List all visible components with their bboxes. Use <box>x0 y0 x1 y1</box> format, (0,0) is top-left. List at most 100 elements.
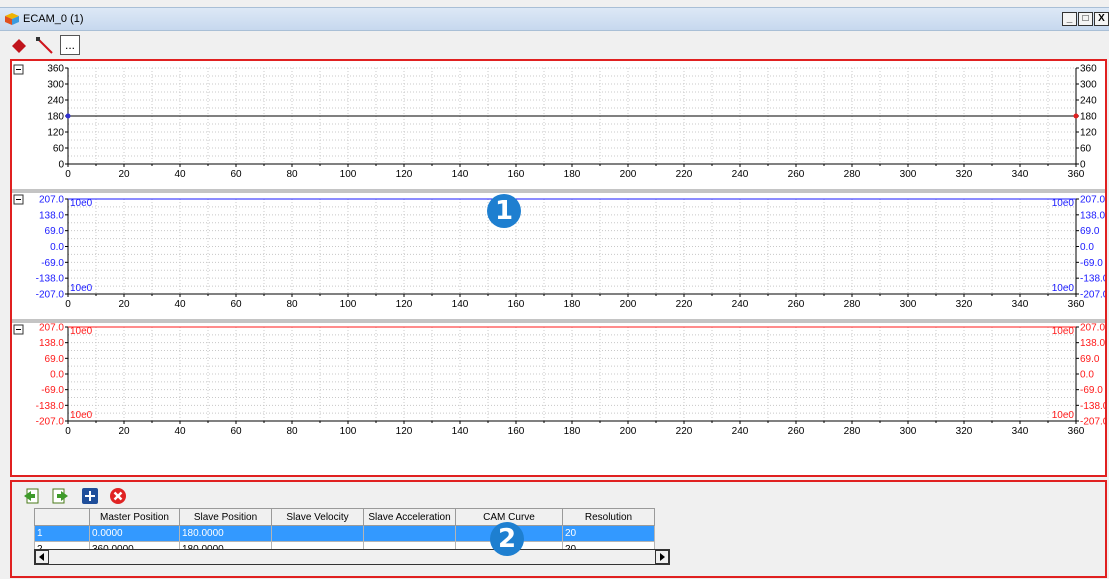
x-tick-label: 60 <box>230 426 242 437</box>
y-tick-label-right: 0.0 <box>1080 370 1094 381</box>
export-icon[interactable] <box>50 486 70 506</box>
y-tick-label-right: 69.0 <box>1080 226 1100 237</box>
line-icon[interactable] <box>34 36 56 56</box>
x-tick-label: 260 <box>788 426 805 437</box>
delete-row-icon[interactable] <box>108 486 128 506</box>
window-title: ECAM_0 (1) <box>23 13 84 25</box>
table-cell[interactable]: 0.0000 <box>89 525 180 542</box>
y-tick-label-left: 120 <box>47 128 64 139</box>
column-header[interactable]: Master Position <box>89 508 180 526</box>
scale-label: 10e0 <box>70 283 93 294</box>
x-tick-label: 100 <box>340 169 357 180</box>
y-tick-label-right: 138.0 <box>1080 210 1105 221</box>
table-cell[interactable] <box>271 525 364 542</box>
y-tick-label-left: 60 <box>53 144 65 155</box>
x-tick-label: 140 <box>452 299 469 310</box>
x-tick-label: 60 <box>230 299 242 310</box>
y-tick-label-right: 60 <box>1080 144 1092 155</box>
column-header[interactable] <box>34 508 90 526</box>
cam-point <box>65 113 71 119</box>
y-tick-label-left: 69.0 <box>45 226 65 237</box>
table-cell[interactable]: 20 <box>562 525 655 542</box>
y-tick-label-right: 300 <box>1080 80 1097 91</box>
x-tick-label: 20 <box>118 299 130 310</box>
y-tick-label-right: 120 <box>1080 128 1097 139</box>
red-diamond-icon[interactable] <box>8 36 30 56</box>
x-tick-label: 160 <box>508 299 525 310</box>
x-tick-label: 220 <box>676 299 693 310</box>
scale-label: 10e0 <box>1052 410 1075 421</box>
cam-charts: 360 360300 300240 240180 180120 12060 600 00 20 4… <box>12 64 1105 437</box>
x-tick-label: 40 <box>174 299 186 310</box>
x-tick-label: 320 <box>956 299 973 310</box>
x-tick-label: 280 <box>844 299 861 310</box>
maximize-button[interactable]: □ <box>1078 12 1093 26</box>
y-tick-label-left: 0 <box>58 160 64 171</box>
x-tick-label: 20 <box>118 169 130 180</box>
more-options-button[interactable]: ... <box>60 35 80 55</box>
x-tick-label: 80 <box>286 299 298 310</box>
x-tick-label: 280 <box>844 169 861 180</box>
x-tick-label: 300 <box>900 426 917 437</box>
x-tick-label: 340 <box>1012 426 1029 437</box>
y-tick-label-right: -69.0 <box>1080 258 1103 269</box>
scroll-left-icon[interactable] <box>35 550 49 564</box>
y-tick-label-left: -138.0 <box>36 401 65 412</box>
x-tick-label: 0 <box>65 299 71 310</box>
x-tick-label: 120 <box>396 169 413 180</box>
y-tick-label-left: 138.0 <box>39 338 64 349</box>
x-tick-label: 220 <box>676 169 693 180</box>
x-tick-label: 120 <box>396 299 413 310</box>
x-tick-label: 160 <box>508 426 525 437</box>
x-tick-label: 180 <box>564 299 581 310</box>
x-tick-label: 0 <box>65 169 71 180</box>
x-tick-label: 160 <box>508 169 525 180</box>
table-cell[interactable]: 1 <box>34 525 90 542</box>
y-tick-label-right: 360 <box>1080 64 1097 75</box>
callout-badge-1: 1 <box>487 194 521 228</box>
scale-label: 10e0 <box>1052 283 1075 294</box>
x-tick-label: 240 <box>732 426 749 437</box>
column-header[interactable]: Resolution <box>562 508 655 526</box>
cube-icon <box>5 13 19 25</box>
x-tick-label: 220 <box>676 426 693 437</box>
toolbar: ... <box>0 33 1109 59</box>
y-tick-label-right: 207.0 <box>1080 323 1105 334</box>
x-tick-label: 100 <box>340 426 357 437</box>
column-header[interactable]: Slave Velocity <box>271 508 364 526</box>
x-tick-label: 200 <box>620 299 637 310</box>
close-button[interactable]: X <box>1094 12 1109 26</box>
x-tick-label: 260 <box>788 299 805 310</box>
y-tick-label-left: -69.0 <box>41 258 64 269</box>
x-tick-label: 340 <box>1012 299 1029 310</box>
title-bar[interactable]: ECAM_0 (1) _ □ X <box>0 7 1109 31</box>
table-cell[interactable] <box>363 525 456 542</box>
x-tick-label: 240 <box>732 299 749 310</box>
import-icon[interactable] <box>22 486 42 506</box>
x-tick-label: 80 <box>286 169 298 180</box>
x-tick-label: 200 <box>620 426 637 437</box>
scroll-right-icon[interactable] <box>655 550 669 564</box>
scale-label: 10e0 <box>1052 198 1075 209</box>
x-tick-label: 300 <box>900 169 917 180</box>
x-tick-label: 140 <box>452 426 469 437</box>
y-tick-label-left: 207.0 <box>39 323 64 334</box>
column-header[interactable]: Slave Position <box>179 508 272 526</box>
y-tick-label-left: -138.0 <box>36 274 65 285</box>
minimize-button[interactable]: _ <box>1062 12 1077 26</box>
x-tick-label: 300 <box>900 299 917 310</box>
table-row[interactable]: 1 0.0000 180.0000 20 <box>34 525 655 542</box>
callout-badge-2: 2 <box>490 522 524 556</box>
y-tick-label-left: 360 <box>47 64 64 75</box>
scale-label: 10e0 <box>70 410 93 421</box>
x-tick-label: 0 <box>65 426 71 437</box>
horizontal-scrollbar[interactable] <box>34 549 670 565</box>
scale-label: 10e0 <box>1052 326 1075 337</box>
add-row-icon[interactable] <box>80 486 100 506</box>
cam-chart-panel: 360 360 300 300 240 240 180 180 120 120 60 60 0 0 0 20 4… <box>10 59 1107 477</box>
y-tick-label-left: -207.0 <box>36 417 65 428</box>
x-tick-label: 360 <box>1068 426 1085 437</box>
table-cell[interactable]: 180.0000 <box>179 525 272 542</box>
column-header[interactable]: Slave Acceleration <box>363 508 456 526</box>
y-tick-label-right: 69.0 <box>1080 354 1100 365</box>
